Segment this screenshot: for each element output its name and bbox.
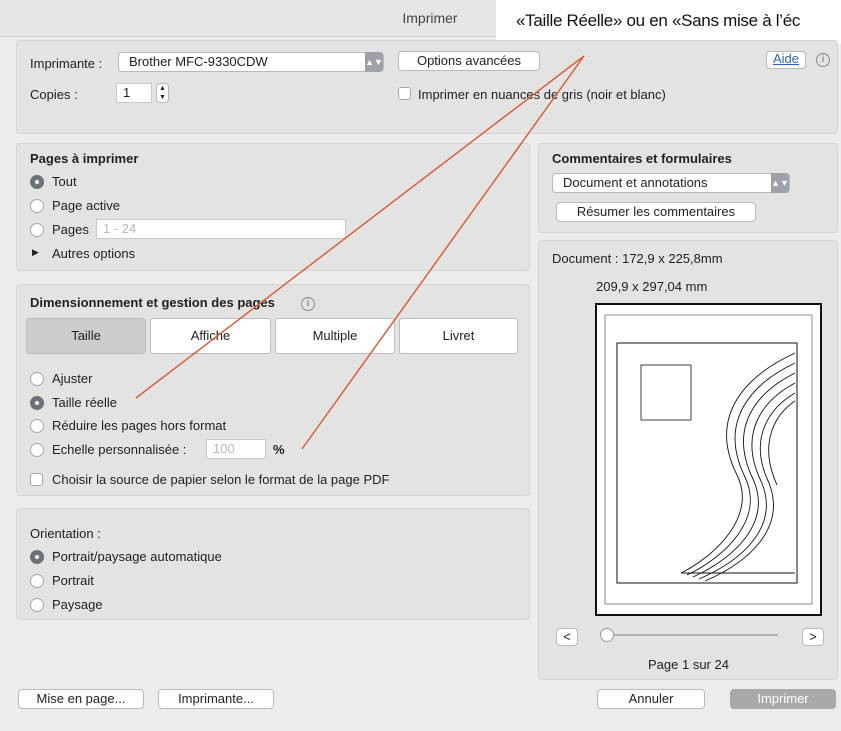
annotation-arrow-actual-size [135, 55, 585, 399]
annotation-arrows [135, 55, 585, 450]
annotation-arrow-custom-scale [301, 55, 585, 450]
